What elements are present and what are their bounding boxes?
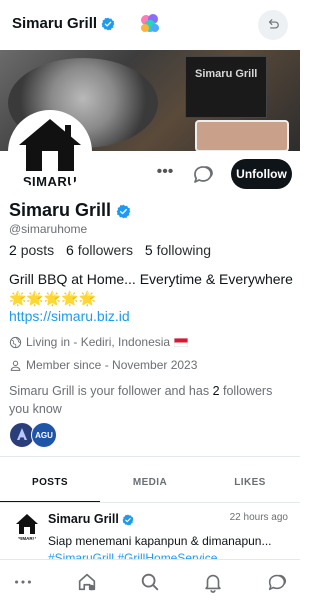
meat-tray [195, 120, 289, 151]
followers-label: followers [77, 242, 133, 258]
app-logo-icon[interactable] [138, 11, 162, 37]
avatar-text: SIMARU [22, 174, 78, 189]
member-since-row: Member since - November 2023 [9, 358, 197, 372]
back-button[interactable] [258, 10, 288, 40]
unfollow-button[interactable]: Unfollow [231, 159, 292, 189]
indonesia-flag-icon [174, 337, 189, 347]
home-icon[interactable] [76, 571, 98, 593]
bottom-nav [0, 559, 300, 603]
globe-icon [9, 336, 22, 348]
posts-stat[interactable]: 2 posts [9, 242, 54, 258]
follower-note-prefix: Simaru Grill is your follower and has [9, 384, 210, 398]
following-count: 5 [144, 242, 153, 258]
post-text: Siap menemani kapanpun & dimanapun... [48, 534, 272, 548]
more-options-button[interactable]: ••• [154, 163, 176, 185]
profile-stats: 2 posts 6 followers 5 following [9, 242, 211, 258]
user-icon [10, 360, 21, 371]
header-title: Simaru Grill [12, 15, 98, 32]
post-item[interactable]: SIMARU Simaru Grill 22 hours ago Siap me… [0, 503, 300, 559]
location-text: Living in - Kediri, Indonesia [26, 335, 171, 349]
profile-link[interactable]: https://simaru.biz.id [9, 308, 130, 324]
verified-badge-icon [101, 17, 115, 31]
tab-posts[interactable]: POSTS [0, 462, 100, 502]
post-hashtags[interactable]: #SimaruGrill #GrillHomeService [48, 551, 217, 559]
profile-name-group: Simaru Grill [9, 200, 131, 221]
posts-label: posts [20, 242, 55, 258]
product-box [185, 56, 267, 118]
undo-arrow-icon [268, 19, 279, 29]
followers-you-know-text[interactable]: Simaru Grill is your follower and has 2 … [9, 382, 289, 418]
tab-media[interactable]: MEDIA [100, 462, 200, 502]
post-author-group: Simaru Grill [48, 512, 134, 526]
bell-icon[interactable] [202, 571, 224, 593]
cover-box-label: Simaru Grill [195, 68, 258, 80]
member-since-text: Member since - November 2023 [26, 358, 198, 372]
house-logo-icon [19, 119, 81, 171]
section-divider [0, 456, 300, 457]
verified-badge-icon [116, 204, 131, 219]
profile-bio: Grill BBQ at Home... Everytime & Everywh… [9, 270, 294, 308]
more-dots-icon[interactable] [12, 571, 34, 593]
bio-emojis: 🌟🌟🌟🌟🌟 [9, 290, 97, 306]
known-follower-avatar[interactable]: AGU [31, 422, 57, 448]
following-label: following [156, 242, 212, 258]
follower-note-count: 2 [212, 384, 220, 398]
followers-stat[interactable]: 6 followers [66, 242, 133, 258]
top-bar: Simaru Grill [0, 0, 300, 50]
followers-count: 6 [66, 242, 74, 258]
svg-text:SIMARU: SIMARU [18, 536, 36, 541]
search-icon[interactable] [139, 571, 161, 593]
posts-count: 2 [9, 242, 17, 258]
post-timestamp: 22 hours ago [229, 512, 288, 523]
profile-name: Simaru Grill [9, 200, 112, 220]
profile-tabs: POSTS MEDIA LIKES [0, 462, 300, 503]
post-author-avatar[interactable]: SIMARU [12, 511, 42, 541]
verified-badge-icon [122, 514, 134, 526]
location-row: Living in - Kediri, Indonesia [9, 335, 192, 349]
bio-text: Grill BBQ at Home... Everytime & Everywh… [9, 271, 293, 287]
chat-bubble-icon[interactable] [191, 162, 215, 186]
following-stat[interactable]: 5 following [145, 242, 211, 258]
profile-handle: @simaruhome [9, 222, 88, 236]
header-title-group: Simaru Grill [12, 15, 115, 32]
profile-avatar[interactable]: SIMARU [8, 110, 92, 194]
post-author[interactable]: Simaru Grill [48, 512, 119, 526]
chat-icon[interactable] [266, 571, 288, 593]
tab-likes[interactable]: LIKES [200, 462, 300, 502]
